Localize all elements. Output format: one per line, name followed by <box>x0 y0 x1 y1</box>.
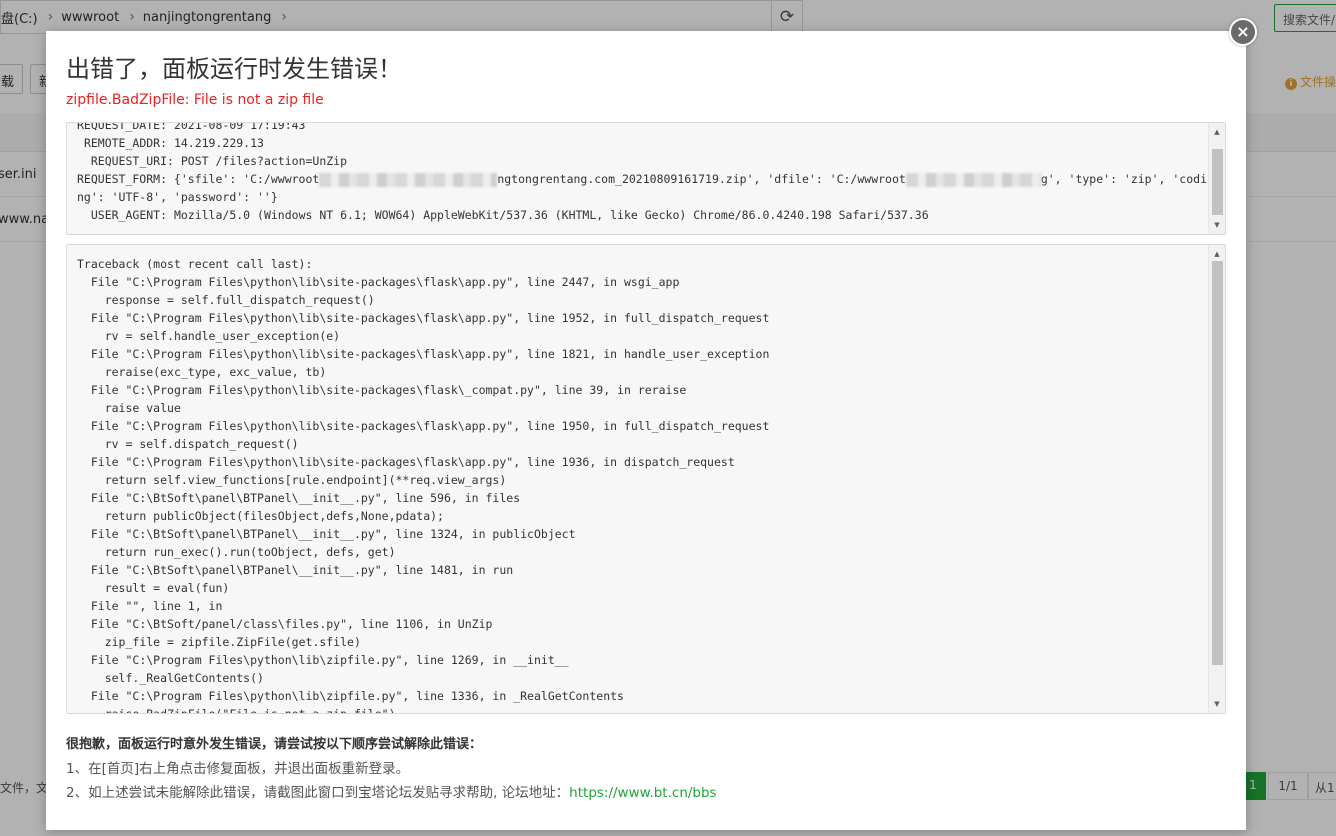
forum-link[interactable]: https://www.bt.cn/bbs <box>569 785 716 801</box>
traceback-line: result = eval(fun) <box>77 581 230 595</box>
traceback-line: Traceback (most recent call last): <box>77 257 313 271</box>
traceback-line: response = self.full_dispatch_request() <box>77 293 375 307</box>
request-scrollbar[interactable]: ▲ ▼ <box>1208 123 1225 234</box>
traceback-text: Traceback (most recent call last): File … <box>77 255 1207 714</box>
request-uri-line: REQUEST_URI: POST /files?action=UnZip <box>77 154 348 168</box>
traceback-line: return publicObject(filesObject,defs,Non… <box>77 509 444 523</box>
redacted-area <box>905 172 1041 187</box>
traceback-line: File "C:\Program Files\python\lib\site-p… <box>77 311 770 325</box>
traceback-box[interactable]: Traceback (most recent call last): File … <box>66 244 1226 714</box>
traceback-line: raise BadZipFile("File is not a zip file… <box>77 707 396 714</box>
traceback-line: File "C:\Program Files\python\lib\zipfil… <box>77 653 569 667</box>
traceback-scrollbar[interactable]: ▲ ▼ <box>1208 245 1225 713</box>
traceback-line: File "C:\BtSoft\panel\BTPanel\__init__.p… <box>77 527 576 541</box>
traceback-line: File "C:\Program Files\python\lib\zipfil… <box>77 689 624 703</box>
traceback-line: File "C:\Program Files\python\lib\site-p… <box>77 455 735 469</box>
help-step-1: 1、在[首页]右上角点击修复面板，并退出面板重新登录。 <box>66 761 410 777</box>
traceback-line: zip_file = zipfile.ZipFile(get.sfile) <box>77 635 361 649</box>
scroll-up-icon[interactable]: ▲ <box>1209 247 1225 261</box>
traceback-line: File "C:\Program Files\python\lib\site-p… <box>77 347 770 361</box>
traceback-line: File "C:\BtSoft\panel\BTPanel\__init__.p… <box>77 563 514 577</box>
scroll-down-icon[interactable]: ▼ <box>1209 218 1225 232</box>
error-dialog: 出错了，面板运行时发生错误！ zipfile.BadZipFile: File … <box>46 31 1246 830</box>
request-info-box[interactable]: REQUEST_DATE: 2021-08-09 17:19:43 REMOTE… <box>66 122 1226 235</box>
dialog-title: 出错了，面板运行时发生错误！ <box>66 55 402 83</box>
traceback-line: File "C:\BtSoft/panel/class\files.py", l… <box>77 617 493 631</box>
request-date-line: REQUEST_DATE: 2021-08-09 17:19:43 <box>77 122 306 132</box>
traceback-line: return self.view_functions[rule.endpoint… <box>77 473 507 487</box>
help-title: 很抱歉，面板运行时意外发生错误，请尝试按以下顺序尝试解除此错误： <box>66 737 483 752</box>
scroll-up-icon[interactable]: ▲ <box>1209 125 1225 139</box>
traceback-line: File "C:\Program Files\python\lib\site-p… <box>77 419 770 433</box>
help-step-2-text: 2、如上述尝试未能解除此错误，请截图此窗口到宝塔论坛发贴寻求帮助, 论坛地址： <box>66 785 570 801</box>
redacted-area <box>319 172 498 187</box>
traceback-line: self._RealGetContents() <box>77 671 264 685</box>
request-info-text: REQUEST_DATE: 2021-08-09 17:19:43 REMOTE… <box>77 122 1207 224</box>
traceback-line: raise value <box>77 401 181 415</box>
request-form-part-1: REQUEST_FORM: {'sfile': 'C:/wwwroot <box>77 172 320 186</box>
remote-addr-line: REMOTE_ADDR: 14.219.229.13 <box>77 136 264 150</box>
request-form-part-2: ngtongrentang.com_20210809161719.zip', '… <box>497 172 906 186</box>
traceback-line: rv = self.handle_user_exception(e) <box>77 329 341 343</box>
user-agent-line: USER_AGENT: Mozilla/5.0 (Windows NT 6.1;… <box>77 208 929 222</box>
close-icon[interactable]: × <box>1229 18 1257 46</box>
help-step-2: 2、如上述尝试未能解除此错误，请截图此窗口到宝塔论坛发贴寻求帮助, 论坛地址：h… <box>66 781 717 801</box>
traceback-line: rv = self.dispatch_request() <box>77 437 299 451</box>
traceback-line: File "C:\BtSoft\panel\BTPanel\__init__.p… <box>77 491 521 505</box>
traceback-line: File "C:\Program Files\python\lib\site-p… <box>77 275 680 289</box>
error-message: zipfile.BadZipFile: File is not a zip fi… <box>66 92 324 108</box>
traceback-line: reraise(exc_type, exc_value, tb) <box>77 365 327 379</box>
traceback-line: return run_exec().run(toObject, defs, ge… <box>77 545 396 559</box>
scroll-thumb[interactable] <box>1212 149 1223 215</box>
scroll-down-icon[interactable]: ▼ <box>1209 697 1225 711</box>
scroll-thumb[interactable] <box>1212 261 1223 665</box>
traceback-line: File "", line 1, in <box>77 599 223 613</box>
traceback-line: File "C:\Program Files\python\lib\site-p… <box>77 383 687 397</box>
